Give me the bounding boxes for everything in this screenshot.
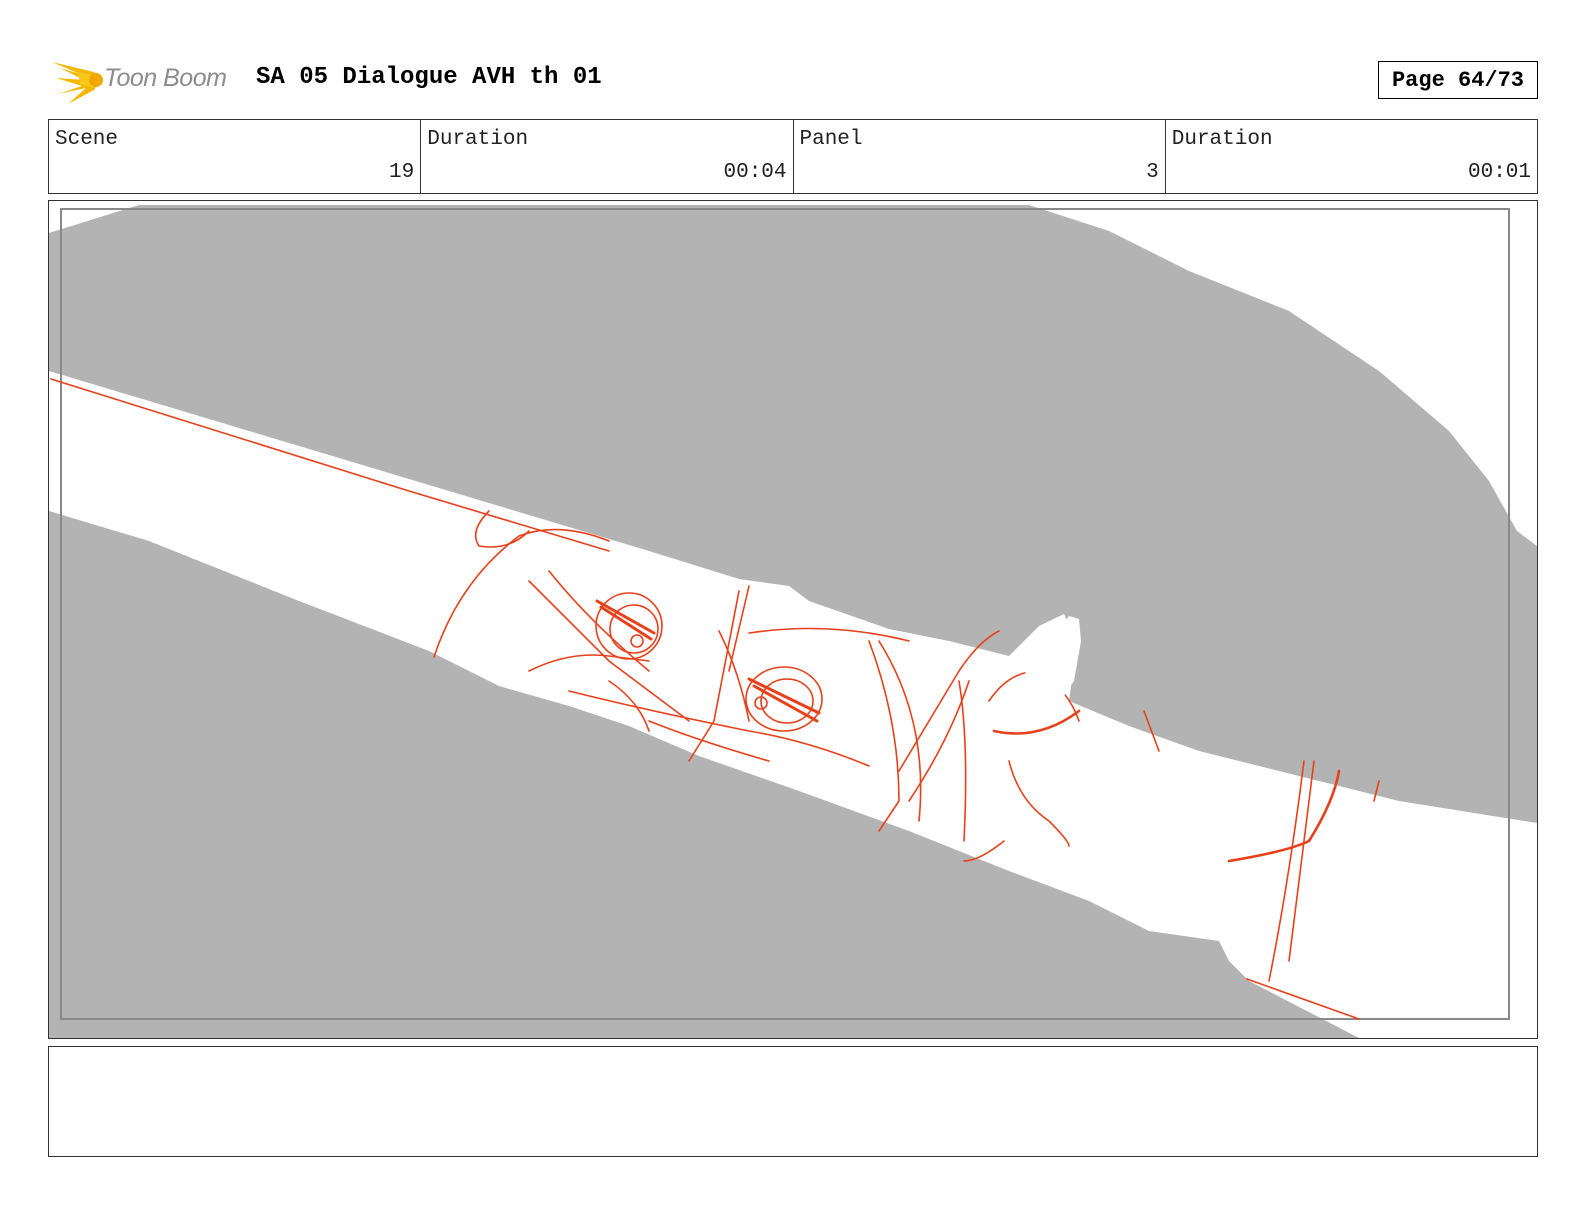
document-title: SA 05 Dialogue AVH th 01 (256, 64, 602, 91)
storyboard-panel (48, 200, 1538, 1039)
flame-icon (52, 62, 103, 104)
scene-value: 19 (389, 161, 415, 184)
panel-duration-label: Duration (1171, 128, 1273, 151)
page-indicator: Page 64/73 (1378, 61, 1538, 99)
scene-duration-value: 00:04 (723, 161, 787, 184)
panel-value: 3 (1146, 161, 1159, 184)
scene-cell: Scene 19 (49, 120, 422, 193)
scene-label: Scene (55, 128, 119, 151)
panel-label: Panel (799, 128, 863, 151)
toon-boom-logo: Toon Boom (50, 54, 240, 108)
scene-duration-label: Duration (427, 128, 529, 151)
scene-duration-cell: Duration 00:04 (421, 120, 794, 193)
panel-sketch-artwork (49, 201, 1537, 1038)
panel-duration-value: 00:01 (1467, 161, 1531, 184)
scene-info-table: Scene 19 Duration 00:04 Panel 3 Duration… (48, 119, 1538, 194)
logo-wordmark: Toon Boom (104, 64, 227, 92)
panel-duration-cell: Duration 00:01 (1166, 120, 1537, 193)
panel-notes-box (48, 1046, 1538, 1157)
panel-cell: Panel 3 (794, 120, 1166, 193)
